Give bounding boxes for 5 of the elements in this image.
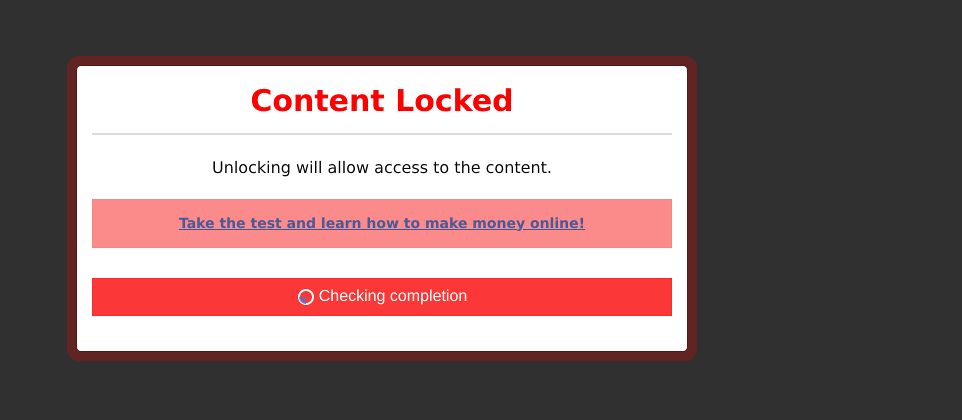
dialog-title: Content Locked bbox=[92, 81, 672, 135]
offer-link[interactable]: Take the test and learn how to make money online! bbox=[178, 216, 586, 232]
spinner-icon bbox=[296, 288, 315, 306]
checking-button[interactable]: Checking completion bbox=[92, 278, 672, 316]
message-text: Unlocking will allow access to the content. bbox=[212, 157, 552, 179]
